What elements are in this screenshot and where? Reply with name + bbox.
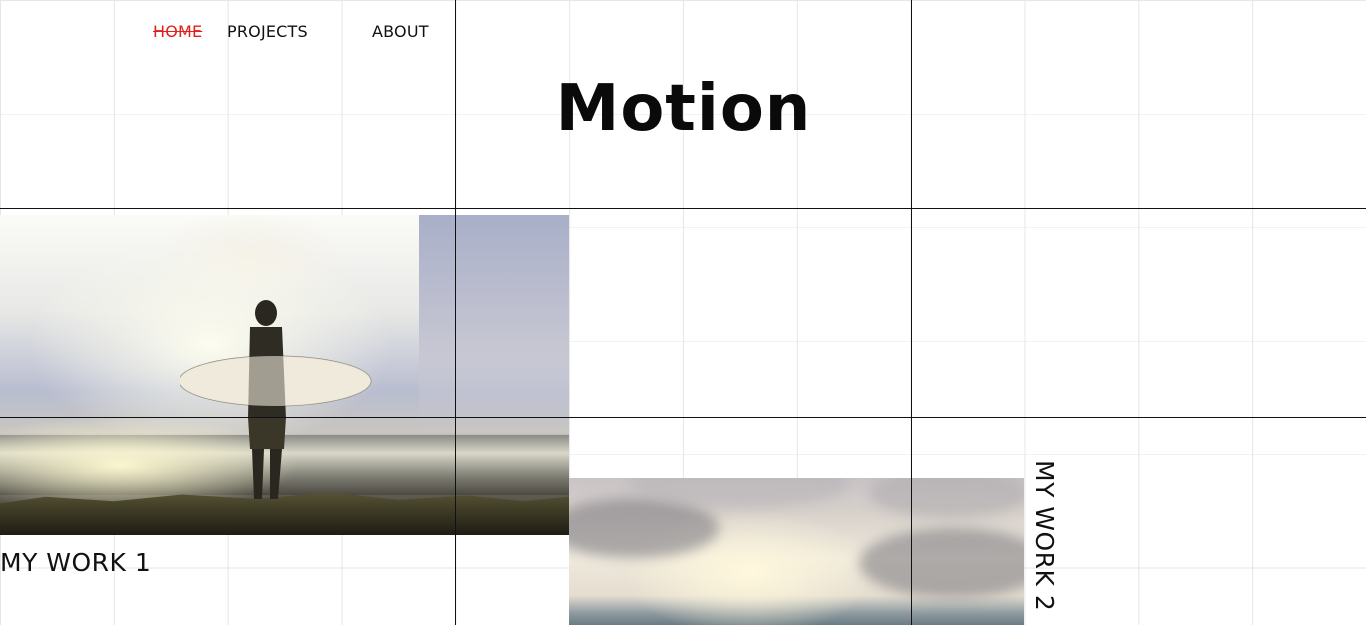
- work-2-image[interactable]: [569, 478, 1024, 625]
- nav-projects-link[interactable]: PROJECTS: [227, 22, 308, 41]
- page: HOME PROJECTS ABOUT Motion MY WORK 1 MY …: [0, 0, 1366, 625]
- work-1-image[interactable]: [0, 215, 569, 535]
- work-1-sky: [419, 215, 569, 435]
- nav-home-link[interactable]: HOME: [153, 22, 202, 41]
- surfer-silhouette: [180, 300, 372, 499]
- grid-line-horizontal: [0, 208, 1366, 209]
- work-2-cloud: [869, 478, 1024, 518]
- nav-about-link[interactable]: ABOUT: [372, 22, 429, 41]
- page-title: Motion: [555, 72, 812, 146]
- work-2-label[interactable]: MY WORK 2: [1030, 460, 1059, 611]
- work-1-label[interactable]: MY WORK 1: [0, 548, 151, 577]
- work-2-cloud: [859, 528, 1024, 598]
- work-2-cloud: [569, 498, 719, 558]
